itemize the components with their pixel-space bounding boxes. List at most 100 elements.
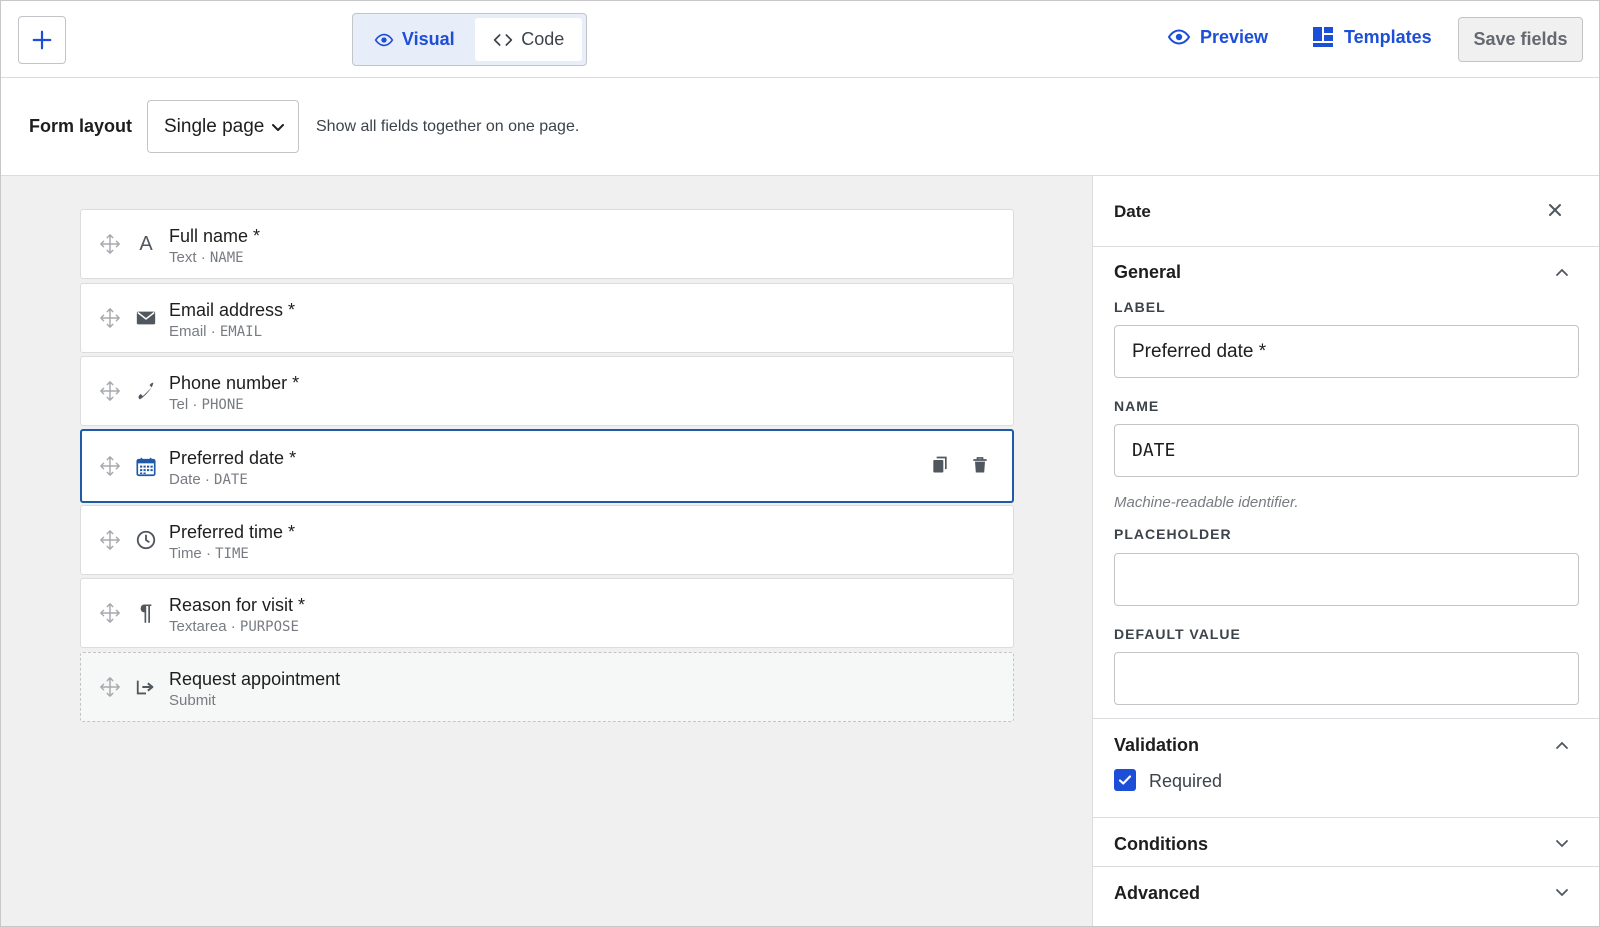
field-type: Text <box>169 249 197 266</box>
chevron-down-icon[interactable] <box>1553 834 1571 852</box>
required-label[interactable]: Required <box>1149 771 1222 792</box>
drag-handle-icon[interactable] <box>99 455 121 477</box>
drag-handle-icon[interactable] <box>99 529 121 551</box>
save-fields-button[interactable]: Save fields <box>1458 17 1583 62</box>
placeholder-caption: PLACEHOLDER <box>1114 526 1232 542</box>
field-card-phone[interactable]: Phone number * Tel · PHONE <box>80 356 1014 426</box>
templates-label: Templates <box>1344 26 1432 47</box>
field-separator: · <box>204 471 210 488</box>
templates-icon <box>1313 27 1333 47</box>
add-field-button[interactable] <box>18 16 66 64</box>
chevron-down-icon <box>272 123 285 131</box>
calendar-icon <box>134 455 158 479</box>
clock-icon <box>134 528 158 552</box>
conditions-section-toggle[interactable]: Conditions <box>1114 834 1208 855</box>
inspector-title: Date <box>1114 202 1151 221</box>
chevron-down-icon[interactable] <box>1553 883 1571 901</box>
field-type: Email <box>169 323 207 340</box>
phone-icon <box>134 379 158 403</box>
field-meta: Text · NAME <box>169 249 244 266</box>
top-toolbar: Visual Code Preview Templates Save field… <box>1 1 1599 78</box>
field-name: DATE <box>214 472 248 488</box>
advanced-section-toggle[interactable]: Advanced <box>1114 883 1200 904</box>
field-inspector: Date General LABEL Preferred date * NAME… <box>1092 176 1599 926</box>
field-separator: · <box>205 545 211 562</box>
close-icon[interactable] <box>1545 200 1565 220</box>
duplicate-icon[interactable] <box>930 455 950 475</box>
checkmark-icon <box>1118 775 1132 785</box>
label-input[interactable]: Preferred date * <box>1114 325 1579 378</box>
trash-icon[interactable] <box>970 455 990 475</box>
field-meta: Email · EMAIL <box>169 323 262 340</box>
field-type: Date <box>169 471 201 488</box>
form-layout-label: Form layout <box>29 116 133 136</box>
field-separator: · <box>210 323 216 340</box>
drag-handle-icon[interactable] <box>99 602 121 624</box>
field-type: Textarea <box>169 618 227 635</box>
preview-button[interactable]: Preview <box>1167 25 1268 49</box>
form-layout-value: Single page <box>164 115 265 137</box>
general-section-toggle[interactable]: General <box>1114 262 1181 283</box>
field-title: Preferred date * <box>169 448 297 468</box>
name-help: Machine-readable identifier. <box>1114 494 1299 511</box>
field-title: Full name * <box>169 226 261 246</box>
field-actions <box>930 455 990 475</box>
inspector-header: Date <box>1093 176 1599 247</box>
paragraph-icon: ¶ <box>139 600 153 625</box>
conditions-section: Conditions <box>1093 818 1599 867</box>
code-icon <box>494 33 513 46</box>
field-type: Submit <box>169 692 216 709</box>
field-card-date[interactable]: Preferred date * Date · DATE <box>80 429 1014 503</box>
field-title: Email address * <box>169 300 296 320</box>
default-value-input[interactable] <box>1114 652 1579 705</box>
field-card-full-name[interactable]: A Full name * Text · NAME <box>80 209 1014 279</box>
validation-section-toggle[interactable]: Validation <box>1114 735 1199 756</box>
placeholder-input[interactable] <box>1114 553 1579 606</box>
field-title: Reason for visit * <box>169 595 306 615</box>
drag-handle-icon[interactable] <box>99 676 121 698</box>
field-card-reason[interactable]: ¶ Reason for visit * Textarea · PURPOSE <box>80 578 1014 648</box>
field-title: Request appointment <box>169 669 341 689</box>
drag-handle-icon[interactable] <box>99 307 121 329</box>
form-layout-bar: Form layout Single page Show all fields … <box>1 78 1599 176</box>
field-name: EMAIL <box>219 324 263 340</box>
field-type: Time <box>169 545 202 562</box>
code-mode-button[interactable]: Code <box>475 18 582 61</box>
field-name: PURPOSE <box>239 619 299 635</box>
form-layout-select[interactable]: Single page <box>147 100 299 153</box>
fields-canvas: A Full name * Text · NAME Email address … <box>1 176 1092 926</box>
field-name: TIME <box>215 546 249 562</box>
field-meta: Textarea · PURPOSE <box>169 618 299 635</box>
field-separator: · <box>200 249 206 266</box>
text-icon: A <box>139 232 153 255</box>
submit-icon <box>134 675 158 699</box>
field-card-time[interactable]: Preferred time * Time · TIME <box>80 505 1014 575</box>
name-caption: NAME <box>1114 398 1160 414</box>
templates-button[interactable]: Templates <box>1311 25 1432 49</box>
field-meta: Date · DATE <box>169 471 248 488</box>
eye-icon <box>1167 29 1191 45</box>
chevron-up-icon[interactable] <box>1553 264 1571 282</box>
field-card-email[interactable]: Email address * Email · EMAIL <box>80 283 1014 353</box>
plus-icon <box>32 30 52 50</box>
field-card-submit[interactable]: Request appointment Submit <box>80 652 1014 722</box>
field-title: Phone number * <box>169 373 300 393</box>
required-checkbox[interactable] <box>1114 769 1136 791</box>
field-type: Tel <box>169 396 189 413</box>
visual-mode-button[interactable]: Visual <box>357 18 471 61</box>
field-name: NAME <box>209 250 244 266</box>
preview-label: Preview <box>1200 26 1269 47</box>
form-builder: Visual Code Preview Templates Save field… <box>0 0 1600 927</box>
drag-handle-icon[interactable] <box>99 233 121 255</box>
drag-handle-icon[interactable] <box>99 380 121 402</box>
advanced-section: Advanced <box>1093 867 1599 926</box>
field-separator: · <box>192 396 198 413</box>
validation-section: Validation Required <box>1093 719 1599 818</box>
field-title: Preferred time * <box>169 522 296 542</box>
general-section: General LABEL Preferred date * NAME DATE… <box>1093 247 1599 719</box>
form-layout-help: Show all fields together on one page. <box>316 118 580 135</box>
name-input[interactable]: DATE <box>1114 424 1579 477</box>
default-value-caption: DEFAULT VALUE <box>1114 626 1241 642</box>
field-separator: · <box>230 618 236 635</box>
chevron-up-icon[interactable] <box>1553 737 1571 755</box>
